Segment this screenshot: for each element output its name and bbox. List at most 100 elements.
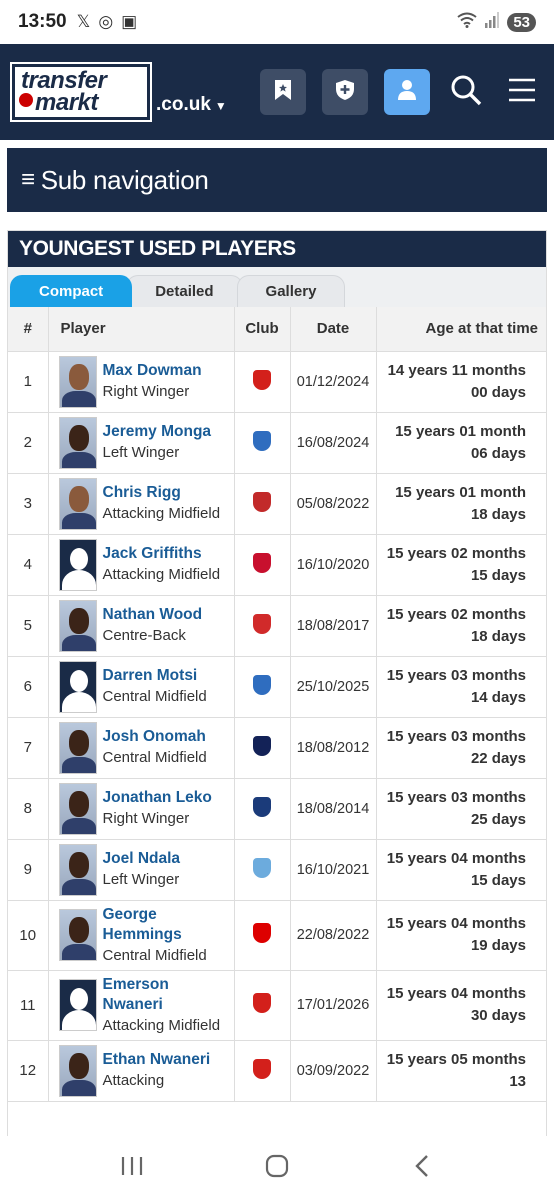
player-name-link[interactable]: Nathan Wood — [103, 605, 203, 625]
player-position: Attacking Midfield — [102, 1016, 221, 1034]
table-row: 1 Max Dowman Right Winger 01/12/2024 14 … — [8, 351, 546, 413]
arsenal-crest-icon[interactable] — [253, 1058, 271, 1079]
leicester-crest-icon[interactable] — [253, 430, 271, 451]
sub-navigation-toggle[interactable]: ≡ Sub navigation — [7, 148, 547, 212]
debut-date: 01/12/2024 — [290, 351, 377, 413]
player-avatar[interactable] — [58, 538, 97, 591]
table-row: 8 Jonathan Leko Right Winger 18/08/2014 … — [8, 778, 546, 840]
club-cell — [234, 717, 291, 779]
player-position: Central Midfield — [102, 946, 207, 964]
search-button[interactable] — [446, 69, 486, 115]
player-wrap: Nathan Wood Centre-Back — [58, 599, 228, 652]
tottenham-crest-icon[interactable] — [253, 735, 271, 756]
arsenal-crest-icon[interactable] — [253, 993, 271, 1013]
club-cell — [234, 900, 291, 971]
club-cell — [234, 412, 291, 474]
player-info: Jonathan Leko Right Winger — [103, 788, 212, 829]
home-button[interactable] — [257, 1148, 297, 1188]
player-name-link[interactable]: Jeremy Monga — [103, 422, 212, 442]
west-brom-crest-icon[interactable] — [253, 796, 271, 817]
player-position: Centre-Back — [102, 627, 186, 644]
tab-gallery[interactable]: Gallery — [236, 275, 346, 307]
age-at-debut: 15 years 02 months 18 days — [376, 595, 546, 657]
man-city-crest-icon[interactable] — [253, 857, 271, 878]
col-header-player: Player — [48, 307, 235, 352]
player-avatar[interactable] — [58, 979, 97, 1031]
player-name-link[interactable]: Josh Onomah — [103, 727, 207, 747]
club-shield-button[interactable] — [322, 69, 368, 115]
table-row: 9 Joel Ndala Left Winger 16/10/2021 15 y… — [8, 839, 546, 901]
table-scroll-area[interactable]: # Player Club Date Age at that time 1 Ma… — [8, 307, 546, 1141]
notification-icons: 𝕏 ◎ ▣ — [77, 12, 138, 32]
player-avatar[interactable] — [58, 721, 97, 774]
player-avatar[interactable] — [58, 782, 97, 835]
player-avatar[interactable] — [58, 909, 97, 961]
player-name-link[interactable]: Joel Ndala — [103, 849, 181, 869]
player-cell: Ethan Nwaneri Attacking — [48, 1040, 235, 1102]
player-avatar[interactable] — [58, 477, 97, 530]
player-name-link[interactable]: Ethan Nwaneri — [103, 1050, 211, 1070]
club-cell — [234, 970, 291, 1041]
player-name-link[interactable]: George Hemmings — [103, 905, 228, 945]
nottingham-forest-crest-icon[interactable] — [253, 923, 271, 943]
recent-apps-button[interactable] — [112, 1148, 152, 1188]
search-icon — [450, 74, 482, 111]
player-wrap: Jeremy Monga Left Winger — [58, 416, 228, 469]
debut-date: 18/08/2017 — [290, 595, 377, 657]
table-row: 7 Josh Onomah Central Midfield 18/08/201… — [8, 717, 546, 779]
player-info: Chris Rigg Attacking Midfield — [103, 483, 221, 524]
logo-area[interactable]: transfer markt .co.uk ▼ — [10, 62, 227, 122]
middlesbrough-crest-icon[interactable] — [253, 613, 271, 634]
player-avatar[interactable] — [58, 416, 97, 469]
domain-selector[interactable]: .co.uk ▼ — [156, 94, 227, 116]
col-header-age[interactable]: Age at that time — [376, 307, 546, 352]
player-name-link[interactable]: Max Dowman — [103, 361, 202, 381]
col-header-date[interactable]: Date — [290, 307, 377, 352]
youngest-players-box: YOUNGEST USED PLAYERS Compact Detailed G… — [7, 230, 547, 1142]
menu-button[interactable] — [502, 69, 542, 115]
player-wrap: Jonathan Leko Right Winger — [58, 782, 228, 835]
bookmark-icon — [274, 79, 292, 106]
age-at-debut: 15 years 04 months 30 days — [376, 970, 546, 1041]
player-avatar[interactable] — [58, 660, 97, 713]
subnav-wrapper: ≡ Sub navigation — [0, 140, 554, 212]
subnav-label: Sub navigation — [40, 164, 209, 195]
table-row: 4 Jack Griffiths Attacking Midfield 16/1… — [8, 534, 546, 596]
player-name-link[interactable]: Jonathan Leko — [103, 788, 212, 808]
player-avatar[interactable] — [58, 355, 97, 408]
user-account-button[interactable] — [384, 69, 430, 115]
player-name-link[interactable]: Darren Motsi — [103, 666, 207, 686]
transfermarkt-logo[interactable]: transfer markt — [10, 62, 152, 122]
debut-date: 18/08/2012 — [290, 717, 377, 779]
player-info: Josh Onomah Central Midfield — [103, 727, 207, 768]
site-header: transfer markt .co.uk ▼ — [0, 44, 554, 140]
tab-detailed[interactable]: Detailed — [126, 275, 243, 307]
row-number: 12 — [8, 1040, 49, 1102]
tab-compact[interactable]: Compact — [10, 275, 133, 307]
player-avatar[interactable] — [58, 843, 97, 896]
player-info: Max Dowman Right Winger — [103, 361, 202, 402]
debut-date: 03/09/2022 — [290, 1040, 377, 1102]
player-avatar[interactable] — [58, 1044, 97, 1097]
table-row: 11 Emerson Nwaneri Attacking Midfield 17… — [8, 970, 546, 1041]
player-name-link[interactable]: Emerson Nwaneri — [103, 975, 228, 1015]
debut-date: 22/08/2022 — [290, 900, 377, 971]
player-cell: Chris Rigg Attacking Midfield — [48, 473, 235, 535]
players-table: # Player Club Date Age at that time 1 Ma… — [8, 307, 546, 1102]
arsenal-crest-icon[interactable] — [253, 369, 271, 390]
player-name-link[interactable]: Chris Rigg — [103, 483, 221, 503]
row-number: 6 — [8, 656, 49, 718]
sunderland-crest-icon[interactable] — [253, 491, 271, 512]
player-avatar[interactable] — [58, 599, 97, 652]
watchlist-button[interactable] — [260, 69, 306, 115]
leicester-crest-icon[interactable] — [253, 674, 271, 695]
stoke-crest-icon[interactable] — [253, 552, 271, 573]
player-position: Right Winger — [102, 383, 190, 400]
debut-date: 16/10/2020 — [290, 534, 377, 596]
player-name-link[interactable]: Jack Griffiths — [103, 544, 221, 564]
row-number: 3 — [8, 473, 49, 535]
back-button[interactable] — [402, 1148, 442, 1188]
debut-date: 16/08/2024 — [290, 412, 377, 474]
player-cell: George Hemmings Central Midfield — [48, 900, 235, 971]
club-cell — [234, 351, 291, 413]
